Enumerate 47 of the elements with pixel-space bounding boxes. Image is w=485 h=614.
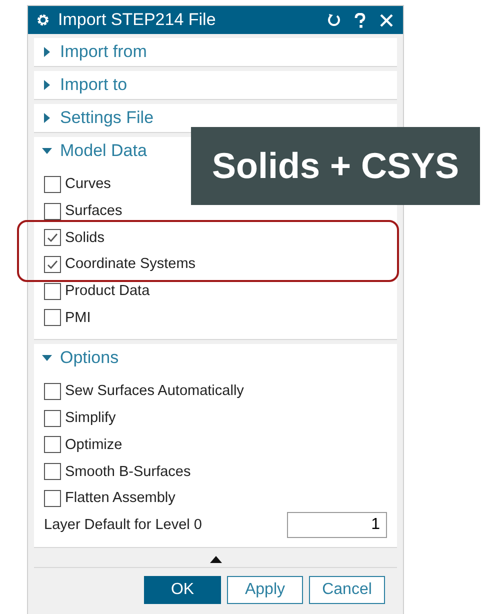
section-header[interactable]: Import from bbox=[34, 38, 155, 66]
caret-right-icon bbox=[42, 80, 52, 90]
checkbox-label: PMI bbox=[65, 310, 91, 326]
checkbox[interactable] bbox=[44, 176, 61, 193]
callout-label: Solids + CSYS bbox=[191, 127, 480, 205]
reset-button[interactable] bbox=[325, 11, 343, 29]
checkbox-label: Surfaces bbox=[65, 203, 122, 220]
section-header[interactable]: Settings File bbox=[34, 104, 162, 132]
checkbox-label: Sew Surfaces Automatically bbox=[65, 383, 244, 400]
checkbox[interactable] bbox=[44, 309, 61, 326]
checkbox-label: Simplify bbox=[65, 410, 116, 426]
number-field[interactable]: 1 bbox=[287, 512, 387, 538]
section-header[interactable]: Options bbox=[34, 344, 127, 372]
caret-right-icon bbox=[42, 113, 52, 123]
field-label: Layer Default for Level 0 bbox=[44, 517, 202, 534]
checkbox[interactable] bbox=[44, 202, 61, 220]
checkbox[interactable] bbox=[44, 229, 61, 246]
section-header[interactable]: Import to bbox=[34, 71, 136, 99]
collapse-icon[interactable] bbox=[210, 556, 222, 563]
reset-icon bbox=[327, 13, 341, 27]
checkbox[interactable] bbox=[44, 282, 61, 300]
close-button[interactable] bbox=[377, 11, 395, 29]
section-header[interactable]: Model Data bbox=[34, 137, 155, 165]
dialog-button[interactable]: Cancel bbox=[309, 576, 385, 604]
help-icon bbox=[354, 12, 366, 28]
default-button[interactable]: OK bbox=[144, 576, 221, 604]
checkbox[interactable] bbox=[44, 256, 61, 273]
check-icon bbox=[46, 231, 59, 244]
checkbox-label: Solids bbox=[65, 230, 104, 246]
caret-right-icon bbox=[42, 47, 52, 57]
checkbox-label: Smooth B-Surfaces bbox=[65, 464, 191, 480]
checkbox-label: Product Data bbox=[65, 283, 150, 300]
checkbox[interactable] bbox=[44, 410, 61, 427]
checkbox-label: Optimize bbox=[65, 436, 122, 453]
caret-down-icon bbox=[42, 353, 52, 364]
checkbox-label: Curves bbox=[65, 176, 111, 192]
checkbox[interactable] bbox=[44, 382, 61, 400]
checkbox-label: Coordinate Systems bbox=[65, 256, 196, 272]
dialog-button[interactable]: Apply bbox=[227, 576, 303, 604]
gear-icon bbox=[36, 13, 50, 27]
checkbox[interactable] bbox=[44, 463, 61, 480]
caret-down-icon bbox=[42, 146, 52, 156]
checkbox[interactable] bbox=[44, 436, 61, 454]
close-icon bbox=[380, 14, 392, 26]
checkbox[interactable] bbox=[44, 490, 61, 507]
window-title: Import STEP214 File bbox=[58, 10, 217, 30]
checkbox-label: Flatten Assembly bbox=[65, 490, 176, 506]
